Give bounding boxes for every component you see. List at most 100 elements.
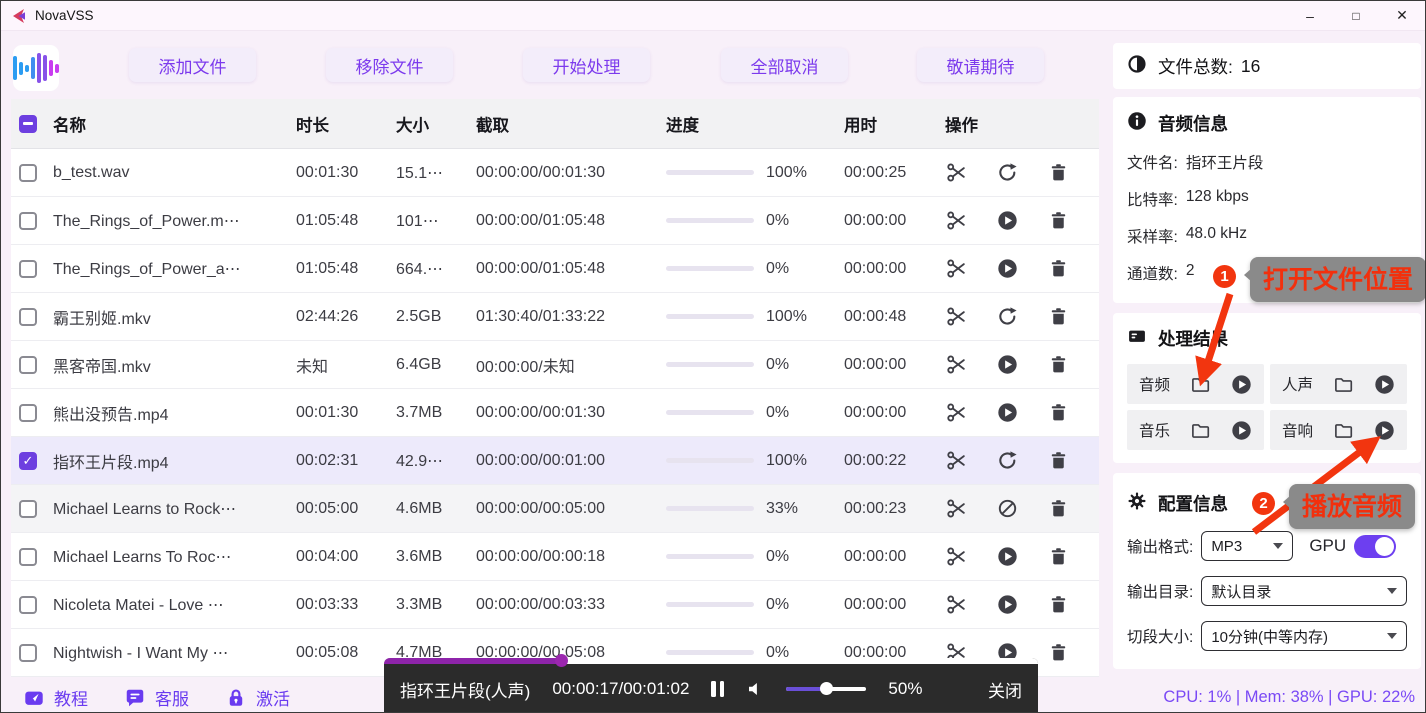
file-name: The_Rings_of_Power_a⋯	[53, 259, 286, 279]
open-folder-icon[interactable]	[1333, 420, 1354, 441]
scissors-icon[interactable]	[945, 210, 967, 232]
table-row[interactable]: b_test.wav00:01:3015.1⋯00:00:00/00:01:30…	[11, 149, 1099, 197]
row-action-play-icon[interactable]	[996, 210, 1018, 232]
output-format-select[interactable]: MP3	[1201, 531, 1293, 561]
scissors-icon[interactable]	[945, 546, 967, 568]
table-row[interactable]: 熊出没预告.mp400:01:303.7MB00:00:00/00:01:300…	[11, 389, 1099, 437]
header-size: 大小	[386, 112, 466, 136]
row-checkbox[interactable]	[19, 260, 37, 278]
play-result-icon[interactable]	[1374, 374, 1395, 395]
select-all-checkbox[interactable]	[19, 115, 37, 133]
scissors-icon[interactable]	[945, 498, 967, 520]
table-row[interactable]: 黑客帝国.mkv未知6.4GB00:00:00/未知0%00:00:00	[11, 341, 1099, 389]
progress-cell: 100%	[656, 308, 834, 326]
footer-link-客服[interactable]: 客服	[124, 685, 189, 710]
output-dir-select[interactable]: 默认目录	[1201, 576, 1407, 606]
result-label: 音乐	[1139, 419, 1170, 441]
open-folder-icon[interactable]	[1333, 374, 1354, 395]
gpu-toggle[interactable]	[1354, 535, 1396, 558]
coming-soon-button[interactable]: 敬请期待	[917, 48, 1044, 82]
add-files-button[interactable]: 添加文件	[129, 48, 256, 82]
row-checkbox[interactable]	[19, 404, 37, 422]
scissors-icon[interactable]	[945, 594, 967, 616]
minimize-icon[interactable]: –	[1287, 1, 1333, 30]
scissors-icon[interactable]	[945, 354, 967, 376]
trash-icon[interactable]	[1047, 498, 1069, 520]
row-checkbox[interactable]	[19, 308, 37, 326]
header-name: 名称	[53, 112, 286, 136]
activate-icon	[225, 687, 247, 709]
table-row[interactable]: 霸王别姬.mkv02:44:262.5GB01:30:40/01:33:2210…	[11, 293, 1099, 341]
pause-icon[interactable]	[711, 681, 724, 697]
row-checkbox[interactable]	[19, 644, 37, 662]
row-action-play-icon[interactable]	[996, 546, 1018, 568]
elapsed-time: 00:00:00	[834, 260, 931, 278]
trash-icon[interactable]	[1047, 450, 1069, 472]
scissors-icon[interactable]	[945, 450, 967, 472]
player-close-button[interactable]: 关闭	[988, 677, 1022, 702]
row-action-cancel-icon[interactable]	[996, 498, 1018, 520]
row-checkbox[interactable]	[19, 164, 37, 182]
table-row[interactable]: The_Rings_of_Power_a⋯01:05:48664.⋯00:00:…	[11, 245, 1099, 293]
volume-handle[interactable]	[820, 682, 833, 695]
table-row[interactable]: ✓指环王片段.mp400:02:3142.9⋯00:00:00/00:01:00…	[11, 437, 1099, 485]
scissors-icon[interactable]	[945, 258, 967, 280]
row-action-refresh-icon[interactable]	[996, 306, 1018, 328]
table-row[interactable]: Nicoleta Matei - Love ⋯00:03:333.3MB00:0…	[11, 581, 1099, 629]
row-action-play-icon[interactable]	[996, 402, 1018, 424]
scissors-icon[interactable]	[945, 162, 967, 184]
row-actions	[931, 546, 1099, 568]
trash-icon[interactable]	[1047, 306, 1069, 328]
open-folder-icon[interactable]	[1190, 374, 1211, 395]
trash-icon[interactable]	[1047, 402, 1069, 424]
row-actions	[931, 210, 1099, 232]
config-title: 配置信息	[1158, 491, 1228, 516]
row-action-play-icon[interactable]	[996, 594, 1018, 616]
open-folder-icon[interactable]	[1190, 420, 1211, 441]
row-action-play-icon[interactable]	[996, 258, 1018, 280]
play-result-icon[interactable]	[1374, 420, 1395, 441]
segment-size-select[interactable]: 10分钟(中等内存)	[1201, 621, 1407, 651]
app-window: NovaVSS – □ ✕ 添加文件 移除文件 开始处理 全部取消 敬请期待 名…	[0, 0, 1426, 713]
row-checkbox[interactable]	[19, 500, 37, 518]
trash-icon[interactable]	[1047, 258, 1069, 280]
support-icon	[124, 687, 146, 709]
play-result-icon[interactable]	[1231, 374, 1252, 395]
row-checkbox[interactable]	[19, 356, 37, 374]
start-processing-button[interactable]: 开始处理	[523, 48, 650, 82]
row-action-play-icon[interactable]	[996, 354, 1018, 376]
row-checkbox[interactable]	[19, 212, 37, 230]
file-clip-range: 00:00:00/00:05:00	[466, 500, 656, 518]
row-checkbox[interactable]	[19, 548, 37, 566]
scissors-icon[interactable]	[945, 306, 967, 328]
progress-percent: 100%	[766, 452, 807, 470]
bitrate-value: 128 kbps	[1186, 188, 1249, 210]
progress-bar	[666, 506, 754, 511]
row-action-refresh-icon[interactable]	[996, 450, 1018, 472]
table-row[interactable]: Michael Learns To Roc⋯00:04:003.6MB00:00…	[11, 533, 1099, 581]
play-result-icon[interactable]	[1231, 420, 1252, 441]
trash-icon[interactable]	[1047, 642, 1069, 664]
row-checkbox[interactable]: ✓	[19, 452, 37, 470]
scissors-icon[interactable]	[945, 402, 967, 424]
maximize-icon[interactable]: □	[1333, 1, 1379, 30]
trash-icon[interactable]	[1047, 210, 1069, 232]
close-icon[interactable]: ✕	[1379, 1, 1425, 30]
total-files-card: 文件总数: 16	[1113, 43, 1421, 89]
table-row[interactable]: Michael Learns to Rock⋯00:05:004.6MB00:0…	[11, 485, 1099, 533]
volume-slider[interactable]	[786, 687, 866, 692]
remove-files-button[interactable]: 移除文件	[326, 48, 453, 82]
trash-icon[interactable]	[1047, 162, 1069, 184]
trash-icon[interactable]	[1047, 594, 1069, 616]
footer-link-教程[interactable]: 教程	[23, 685, 88, 710]
progress-bar	[666, 458, 754, 463]
table-row[interactable]: The_Rings_of_Power.m⋯01:05:48101⋯00:00:0…	[11, 197, 1099, 245]
row-checkbox[interactable]	[19, 596, 37, 614]
footer-link-激活[interactable]: 激活	[225, 685, 290, 710]
trash-icon[interactable]	[1047, 354, 1069, 376]
cancel-all-button[interactable]: 全部取消	[721, 48, 848, 82]
annotation-tooltip-1: 打开文件位置	[1250, 257, 1426, 302]
speaker-icon[interactable]	[746, 680, 764, 698]
row-action-refresh-icon[interactable]	[996, 162, 1018, 184]
trash-icon[interactable]	[1047, 546, 1069, 568]
